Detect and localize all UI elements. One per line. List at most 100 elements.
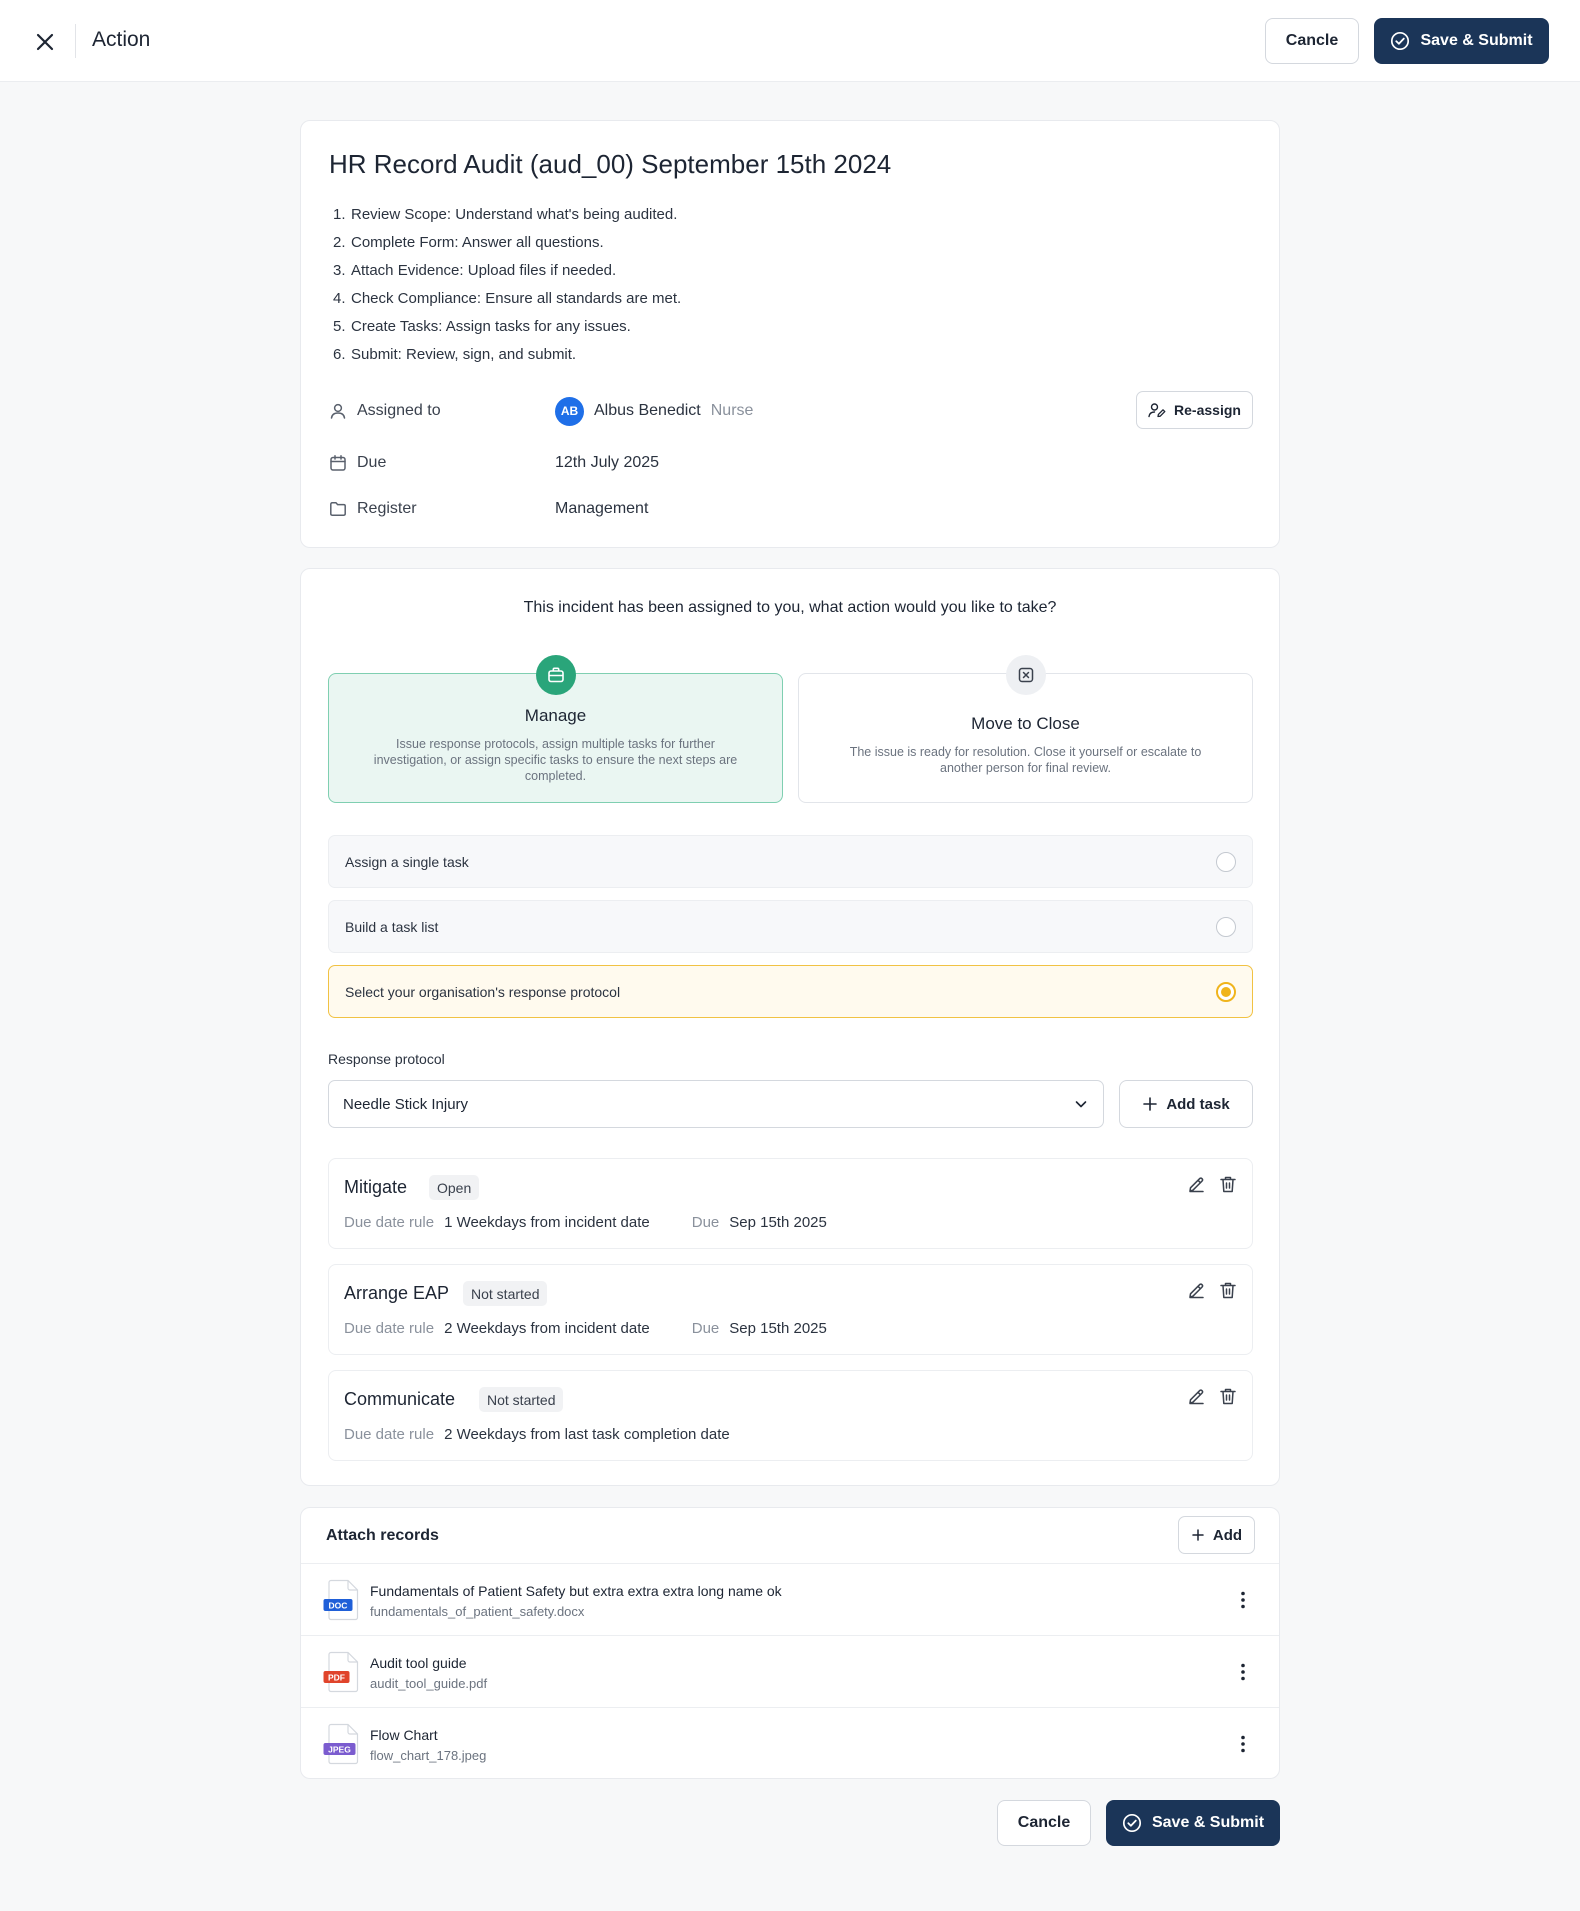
status-badge: Not started xyxy=(479,1387,564,1412)
add-task-button[interactable]: Add task xyxy=(1119,1080,1253,1128)
trash-icon xyxy=(1220,1282,1236,1298)
chevron-down-icon xyxy=(1075,1101,1087,1108)
radio-label: Assign a single task xyxy=(345,853,469,870)
due-rule-value: 2 Weekdays from incident date xyxy=(444,1320,650,1337)
add-record-button[interactable]: Add xyxy=(1178,1516,1255,1554)
header-divider xyxy=(75,24,76,58)
audit-card: HR Record Audit (aud_00) September 15th … xyxy=(300,120,1280,548)
more-vertical-icon xyxy=(1241,1735,1245,1753)
check-circle-icon xyxy=(1391,31,1410,51)
edit-task-button[interactable] xyxy=(1186,1279,1206,1301)
audit-step: 6. Submit: Review, sign, and submit. xyxy=(333,346,577,363)
audit-step: 3. Attach Evidence: Upload files if neede… xyxy=(333,262,617,279)
due-rule-label: Due date rule xyxy=(344,1320,435,1337)
audit-steps: 1. Review Scope: Understand what's being … xyxy=(329,201,681,369)
manage-description: Issue response protocols, assign multipl… xyxy=(373,737,738,783)
record-row[interactable]: PDF Audit tool guide audit_tool_guide.pd… xyxy=(301,1635,1279,1707)
assignee-name: Albus Benedict xyxy=(594,402,701,419)
audit-step: 5. Create Tasks: Assign tasks for any iss… xyxy=(333,318,631,335)
record-name: Audit tool guide xyxy=(370,1655,467,1671)
pencil-icon xyxy=(1188,1282,1204,1298)
protocol-label: Response protocol xyxy=(328,1051,445,1067)
folder-icon xyxy=(330,502,346,516)
record-row[interactable]: DOC Fundamentals of Patient Safety but e… xyxy=(301,1563,1279,1635)
audit-step: 2. Complete Form: Answer all questions. xyxy=(333,234,604,251)
task-card: Communicate Not started Due date rule 2 … xyxy=(328,1370,1253,1461)
user-edit-icon xyxy=(1148,403,1166,418)
record-menu-button[interactable] xyxy=(1231,1732,1255,1756)
reassign-button[interactable]: Re-assign xyxy=(1136,391,1253,429)
briefcase-icon xyxy=(535,655,576,695)
due-rule-value: 2 Weekdays from last task completion dat… xyxy=(444,1426,730,1443)
protocol-select[interactable]: Needle Stick Injury xyxy=(328,1080,1104,1128)
record-row[interactable]: JPEG Flow Chart flow_chart_178.jpeg xyxy=(301,1707,1279,1779)
due-rule-value: 1 Weekdays from incident date xyxy=(444,1214,650,1231)
edit-task-button[interactable] xyxy=(1186,1385,1206,1407)
record-filename: audit_tool_guide.pdf xyxy=(370,1676,488,1691)
edit-task-button[interactable] xyxy=(1186,1173,1206,1195)
delete-task-button[interactable] xyxy=(1218,1173,1238,1195)
action-question: This incident has been assigned to you, … xyxy=(523,599,1057,616)
doc-file-icon: DOC xyxy=(323,1579,359,1621)
task-due-value: Sep 15th 2025 xyxy=(729,1320,827,1337)
avatar: AB xyxy=(555,396,584,426)
pencil-icon xyxy=(1188,1176,1204,1192)
save-submit-label: Save & Submit xyxy=(1420,32,1533,49)
record-menu-button[interactable] xyxy=(1231,1660,1255,1684)
file-type-label: JPEG xyxy=(328,1744,351,1754)
protocol-value: Needle Stick Injury xyxy=(343,1095,469,1113)
trash-icon xyxy=(1220,1176,1236,1192)
task-meta: Due date rule 2 Weekdays from incident d… xyxy=(344,1320,827,1337)
footer-save-submit-label: Save & Submit xyxy=(1151,1814,1265,1831)
task-card: Arrange EAP Not started Due date rule 2 … xyxy=(328,1264,1253,1355)
delete-task-button[interactable] xyxy=(1218,1385,1238,1407)
assignee-role: Nurse xyxy=(710,402,754,419)
move-to-close-option[interactable]: Move to Close The issue is ready for res… xyxy=(798,655,1253,803)
task-due-label: Due xyxy=(691,1214,720,1231)
radio-build-task-list[interactable]: Build a task list xyxy=(328,900,1253,953)
file-type-label: PDF xyxy=(328,1672,345,1682)
footer-save-submit-button[interactable]: Save & Submit xyxy=(1106,1800,1280,1846)
audit-step: 4. Check Compliance: Ensure all standards… xyxy=(333,290,682,307)
register-label: Register xyxy=(357,500,417,517)
status-badge: Not started xyxy=(463,1281,548,1306)
delete-task-button[interactable] xyxy=(1218,1279,1238,1301)
file-type-label: DOC xyxy=(329,1600,348,1610)
close-button[interactable] xyxy=(30,27,60,57)
task-meta: Due date rule 1 Weekdays from incident d… xyxy=(344,1214,827,1231)
page-title: Action xyxy=(92,28,151,51)
save-submit-button[interactable]: Save & Submit xyxy=(1374,18,1549,64)
due-rule-label: Due date rule xyxy=(344,1426,435,1443)
footer-cancel-button[interactable]: Cancle xyxy=(997,1800,1091,1846)
manage-option[interactable]: Manage Issue response protocols, assign … xyxy=(328,655,783,803)
assigned-row: Assigned to AB Albus Benedict Nurse xyxy=(329,396,1249,426)
pdf-file-icon: PDF xyxy=(323,1651,359,1693)
radio-response-protocol[interactable]: Select your organisation's response prot… xyxy=(328,965,1253,1018)
radio-button[interactable] xyxy=(1216,916,1236,937)
close-icon xyxy=(36,33,54,51)
radio-assign-single-task[interactable]: Assign a single task xyxy=(328,835,1253,888)
radio-label: Select your organisation's response prot… xyxy=(345,983,621,1000)
calendar-icon xyxy=(330,455,346,471)
radio-button-selected[interactable] xyxy=(1216,981,1236,1002)
task-due-label: Due xyxy=(691,1320,720,1337)
radio-button[interactable] xyxy=(1216,851,1236,872)
plus-icon xyxy=(1143,1097,1158,1111)
due-value: 12th July 2025 xyxy=(555,454,660,471)
action-card: This incident has been assigned to you, … xyxy=(300,568,1280,1486)
status-badge: Open xyxy=(429,1175,480,1200)
task-name: Communicate xyxy=(344,1389,456,1409)
jpeg-file-icon: JPEG xyxy=(323,1723,359,1765)
trash-icon xyxy=(1220,1388,1236,1404)
more-vertical-icon xyxy=(1241,1663,1245,1681)
move-to-close-title: Move to Close xyxy=(971,714,1080,733)
task-name: Mitigate xyxy=(344,1177,408,1197)
cancel-button[interactable]: Cancle xyxy=(1265,18,1359,64)
register-value: Management xyxy=(555,500,649,517)
pencil-icon xyxy=(1188,1388,1204,1404)
record-name: Flow Chart xyxy=(370,1727,438,1743)
add-record-label: Add xyxy=(1212,1526,1243,1544)
record-menu-button[interactable] xyxy=(1231,1588,1255,1612)
record-filename: fundamentals_of_patient_safety.docx xyxy=(370,1604,585,1619)
attach-records-title: Attach records xyxy=(326,1527,439,1544)
